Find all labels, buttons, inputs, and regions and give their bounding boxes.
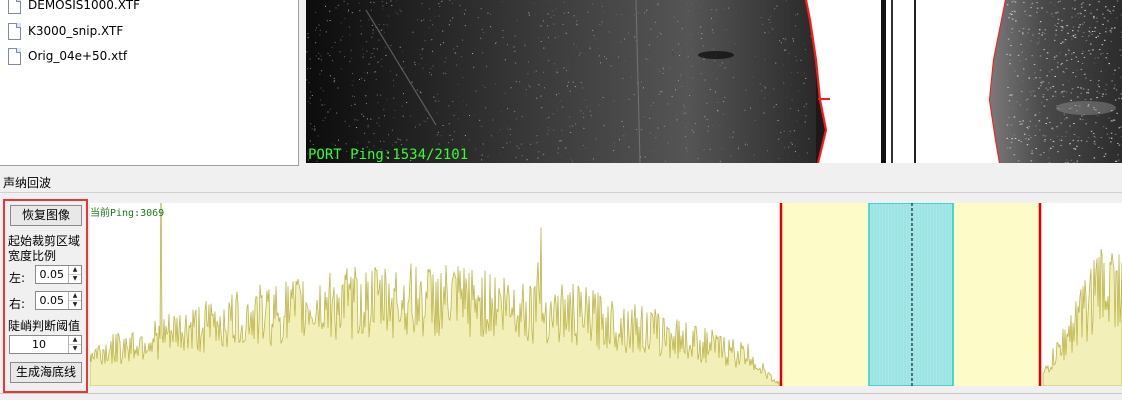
file-item-demosis[interactable]: DEMOSIS1000.XTF	[8, 0, 140, 15]
file-name: K3000_snip.XTF	[28, 24, 124, 38]
sonar-waterfall-image[interactable]: PORT Ping:1534/2101	[306, 0, 1122, 163]
bottom-tab-strip	[0, 393, 1122, 400]
echo-waveform-right	[1042, 248, 1122, 387]
right-ratio-value: 0.05	[39, 294, 65, 307]
crop-ratio-label-2: 宽度比例	[8, 249, 57, 263]
left-ratio-spinbox[interactable]: 0.05 ▲ ▼	[35, 265, 82, 284]
nadir-bar	[914, 0, 916, 163]
arrow-up-icon[interactable]: ▲	[69, 266, 81, 275]
arrow-down-icon[interactable]: ▼	[69, 301, 81, 309]
file-icon	[8, 0, 21, 14]
current-ping-label: 当前Ping:3069	[90, 208, 165, 219]
spin-arrows[interactable]: ▲ ▼	[68, 336, 81, 353]
file-name: DEMOSIS1000.XTF	[28, 0, 140, 12]
file-icon	[8, 47, 21, 65]
file-icon	[8, 22, 21, 40]
left-ratio-value: 0.05	[39, 268, 65, 281]
threshold-label: 陡峭判断阈值	[8, 319, 81, 333]
nadir-bar	[881, 0, 886, 163]
arrow-up-icon[interactable]: ▲	[69, 336, 81, 345]
file-name: Orig_04e+50.xtf	[28, 49, 128, 63]
port-channel	[306, 0, 816, 163]
file-list: DEMOSIS1000.XTF K3000_snip.XTF Orig_04e+…	[0, 0, 299, 166]
arrow-up-icon[interactable]: ▲	[69, 292, 81, 301]
echo-waveform-left	[89, 161, 780, 387]
dark-target	[698, 51, 734, 59]
threshold-value: 10	[32, 338, 46, 351]
right-ratio-spinbox[interactable]: 0.05 ▲ ▼	[35, 291, 82, 310]
file-item-orig[interactable]: Orig_04e+50.xtf	[8, 46, 127, 66]
arrow-down-icon[interactable]: ▼	[69, 345, 81, 353]
bright-target	[1056, 101, 1116, 115]
left-label: 左:	[9, 271, 26, 285]
restore-image-button[interactable]: 恢复图像	[10, 205, 82, 226]
nadir-bar	[891, 0, 893, 163]
spin-arrows[interactable]: ▲ ▼	[68, 266, 81, 283]
right-label: 右:	[9, 297, 26, 311]
generate-bottom-line-button[interactable]: 生成海底线	[10, 362, 82, 383]
echo-waveform-canvas	[89, 161, 1122, 387]
water-column	[806, 0, 1006, 163]
crop-controls-panel: 恢复图像 起始裁剪区域 宽度比例 左: 0.05 ▲ ▼ 右: 0.05 ▲ ▼…	[3, 199, 88, 393]
echo-waveform-chart[interactable]: 当前Ping:3069	[89, 161, 1122, 387]
file-item-k3000[interactable]: K3000_snip.XTF	[8, 21, 123, 41]
threshold-spinbox[interactable]: 10 ▲ ▼	[9, 335, 82, 354]
arrow-down-icon[interactable]: ▼	[69, 275, 81, 283]
starboard-channel	[990, 0, 1122, 163]
ping-readout: PORT Ping:1534/2101	[308, 147, 469, 163]
echo-panel-title: 声纳回波	[0, 173, 1122, 193]
spin-arrows[interactable]: ▲ ▼	[68, 292, 81, 309]
sonar-image-canvas	[306, 0, 1122, 163]
